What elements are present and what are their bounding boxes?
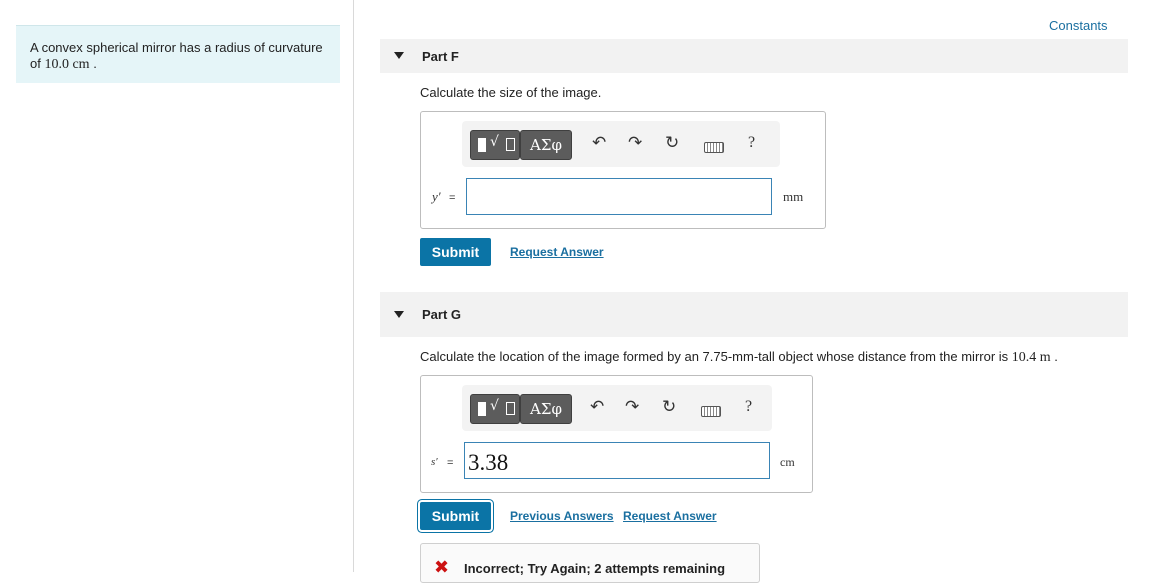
- keyboard-icon[interactable]: [704, 142, 724, 153]
- collapse-caret-icon[interactable]: [394, 311, 404, 318]
- panel-divider: [353, 0, 354, 572]
- error-x-icon: ✖: [434, 557, 450, 578]
- part-f-header[interactable]: Part F: [380, 39, 1128, 73]
- part-g-answer-box: √ ΑΣφ ↶ ↷ ↻ ? s′ = cm: [420, 375, 813, 493]
- keyboard-icon[interactable]: [701, 406, 721, 417]
- template-block-icon: [478, 138, 486, 152]
- problem-text-2: of: [30, 56, 45, 71]
- template-box-icon: [506, 402, 515, 415]
- sqrt-icon: √: [490, 398, 499, 414]
- part-g-question-end: .: [1050, 349, 1058, 364]
- part-f-question: Calculate the size of the image.: [420, 85, 602, 100]
- redo-icon[interactable]: ↷: [628, 133, 642, 153]
- part-g-variable-label: s′: [431, 456, 438, 468]
- greek-symbols-button[interactable]: ΑΣφ: [520, 130, 572, 160]
- feedback-text: Incorrect; Try Again; 2 attempts remaini…: [464, 561, 726, 576]
- part-g-question-text: Calculate the location of the image form…: [420, 349, 1012, 364]
- problem-end: .: [89, 56, 97, 71]
- sqrt-icon: √: [490, 134, 499, 150]
- collapse-caret-icon[interactable]: [394, 52, 404, 59]
- reset-icon[interactable]: ↻: [662, 397, 676, 417]
- problem-text: A convex spherical mirror has a radius o…: [30, 40, 323, 55]
- greek-symbols-button[interactable]: ΑΣφ: [520, 394, 572, 424]
- part-g-request-answer-link[interactable]: Request Answer: [623, 509, 717, 523]
- equals-sign: =: [447, 457, 454, 469]
- part-f-submit-button[interactable]: Submit: [420, 238, 491, 266]
- part-g-title: Part G: [422, 307, 462, 322]
- part-g-submit-button[interactable]: Submit: [420, 502, 491, 530]
- template-block-icon: [478, 402, 486, 416]
- redo-icon[interactable]: ↷: [625, 397, 639, 417]
- part-f-variable-label: y′: [432, 189, 441, 204]
- part-g-previous-answers-link[interactable]: Previous Answers: [510, 509, 614, 523]
- constants-link[interactable]: Constants: [1049, 18, 1108, 33]
- part-f-answer-box: √ ΑΣφ ↶ ↷ ↻ ? y′ = mm: [420, 111, 826, 229]
- part-g-answer-input[interactable]: [464, 442, 770, 479]
- part-f-title: Part F: [422, 49, 459, 64]
- undo-icon[interactable]: ↶: [592, 133, 606, 153]
- equals-sign: =: [449, 192, 456, 204]
- part-g-header[interactable]: Part G: [380, 292, 1128, 337]
- feedback-box: ✖ Incorrect; Try Again; 2 attempts remai…: [420, 543, 760, 583]
- reset-icon[interactable]: ↻: [665, 133, 679, 153]
- part-g-question: Calculate the location of the image form…: [420, 349, 1058, 366]
- templates-button[interactable]: √: [470, 394, 520, 424]
- undo-icon[interactable]: ↶: [590, 397, 604, 417]
- help-button[interactable]: ?: [748, 134, 755, 152]
- templates-button[interactable]: √: [470, 130, 520, 160]
- part-g-unit: cm: [780, 455, 795, 469]
- part-f-answer-input[interactable]: [466, 178, 772, 215]
- math-toolbar: √ ΑΣφ ↶ ↷ ↻ ?: [462, 121, 780, 167]
- part-f-request-answer-link[interactable]: Request Answer: [510, 245, 604, 259]
- problem-value: 10.0 cm: [44, 57, 90, 72]
- problem-statement: A convex spherical mirror has a radius o…: [16, 25, 340, 83]
- part-f-unit: mm: [783, 189, 804, 204]
- part-g-question-value: 10.4 m: [1011, 350, 1051, 365]
- math-toolbar: √ ΑΣφ ↶ ↷ ↻ ?: [462, 385, 772, 431]
- template-box-icon: [506, 138, 515, 151]
- help-button[interactable]: ?: [745, 398, 752, 416]
